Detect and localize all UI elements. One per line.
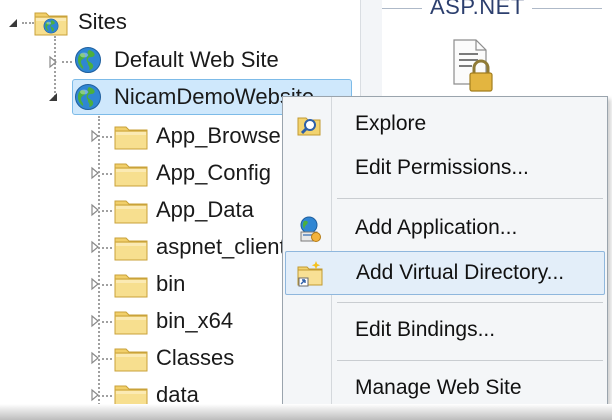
expand-folder-arrow-icon[interactable] — [88, 351, 102, 365]
tree-node-app-config[interactable]: App_Config — [156, 155, 271, 191]
folder-icon — [114, 270, 148, 298]
expand-folder-arrow-icon[interactable] — [88, 388, 102, 402]
menu-separator — [337, 360, 603, 361]
website-globe-icon — [74, 83, 102, 111]
menu-item-label: Manage Web Site — [355, 376, 522, 399]
context-menu: Explore Edit Permissions... Add Applicat… — [282, 96, 608, 420]
menu-separator — [337, 302, 603, 303]
menu-item-label: Edit Permissions... — [355, 156, 529, 179]
collapse-nicam-site-arrow-icon[interactable] — [46, 90, 60, 104]
folder-icon — [114, 344, 148, 372]
menu-item-label: Add Virtual Directory... — [356, 261, 565, 284]
add-application-icon — [295, 215, 323, 243]
tree-node-app-browsers[interactable]: App_Browsers — [156, 118, 299, 154]
tree-node-bin[interactable]: bin — [156, 266, 185, 302]
tree-node-nicam-demo-website[interactable]: NicamDemoWebsite — [74, 79, 314, 115]
menu-item-explore[interactable]: Explore — [285, 103, 605, 147]
iis-manager-window: Sites Default Web Site NicamDemoWebsite — [0, 0, 612, 420]
group-divider — [532, 8, 602, 9]
expand-folder-arrow-icon[interactable] — [88, 129, 102, 143]
menu-item-label: Add Application... — [355, 216, 518, 239]
tree-node-classes[interactable]: Classes — [156, 340, 234, 376]
expand-folder-arrow-icon[interactable] — [88, 240, 102, 254]
menu-item-edit-bindings[interactable]: Edit Bindings... — [285, 309, 605, 353]
tree-node-label: Sites — [78, 9, 127, 34]
explore-icon — [295, 111, 323, 139]
menu-item-add-application[interactable]: Add Application... — [285, 207, 605, 251]
expand-folder-arrow-icon[interactable] — [88, 277, 102, 291]
folder-icon — [114, 233, 148, 261]
tree-node-aspnet-client[interactable]: aspnet_client — [156, 229, 286, 265]
folder-icon — [114, 196, 148, 224]
tree-node-label: App_Config — [156, 160, 271, 185]
menu-item-edit-permissions[interactable]: Edit Permissions... — [285, 147, 605, 191]
menu-item-label: Edit Bindings... — [355, 318, 496, 341]
tree-node-label: App_Data — [156, 197, 254, 222]
menu-item-add-virtual-directory[interactable]: Add Virtual Directory... — [285, 251, 605, 295]
folder-icon — [114, 307, 148, 335]
group-divider — [382, 8, 422, 9]
add-virtual-directory-icon — [296, 260, 324, 288]
tree-node-label: Default Web Site — [114, 47, 279, 72]
website-globe-icon — [74, 46, 102, 74]
folder-icon — [114, 159, 148, 187]
screenshot-bottom-edge — [0, 404, 612, 420]
tree-node-label: bin_x64 — [156, 308, 234, 333]
tree-node-label: bin — [156, 271, 186, 296]
expand-folder-arrow-icon[interactable] — [88, 203, 102, 217]
expand-default-site-arrow-icon[interactable] — [46, 55, 60, 69]
tree-node-label: Classes — [156, 345, 235, 370]
tree-node-app-data[interactable]: App_Data — [156, 192, 254, 228]
menu-item-label: Explore — [355, 112, 427, 135]
group-title-asp-net: ASP.NET — [430, 0, 525, 19]
expand-sites-arrow-icon[interactable] — [6, 16, 20, 30]
tree-node-sites[interactable]: Sites — [34, 4, 127, 40]
tree-node-bin-x64[interactable]: bin_x64 — [156, 303, 233, 339]
menu-separator — [337, 198, 603, 199]
tree-node-label: aspnet_client — [156, 234, 286, 259]
expand-folder-arrow-icon[interactable] — [88, 166, 102, 180]
authorization-lock-icon[interactable] — [448, 38, 498, 94]
tree-node-label: App_Browsers — [156, 123, 300, 148]
tree-node-default-web-site[interactable]: Default Web Site — [74, 42, 279, 78]
expand-folder-arrow-icon[interactable] — [88, 314, 102, 328]
folder-icon — [114, 122, 148, 150]
sites-folder-icon — [34, 8, 68, 36]
